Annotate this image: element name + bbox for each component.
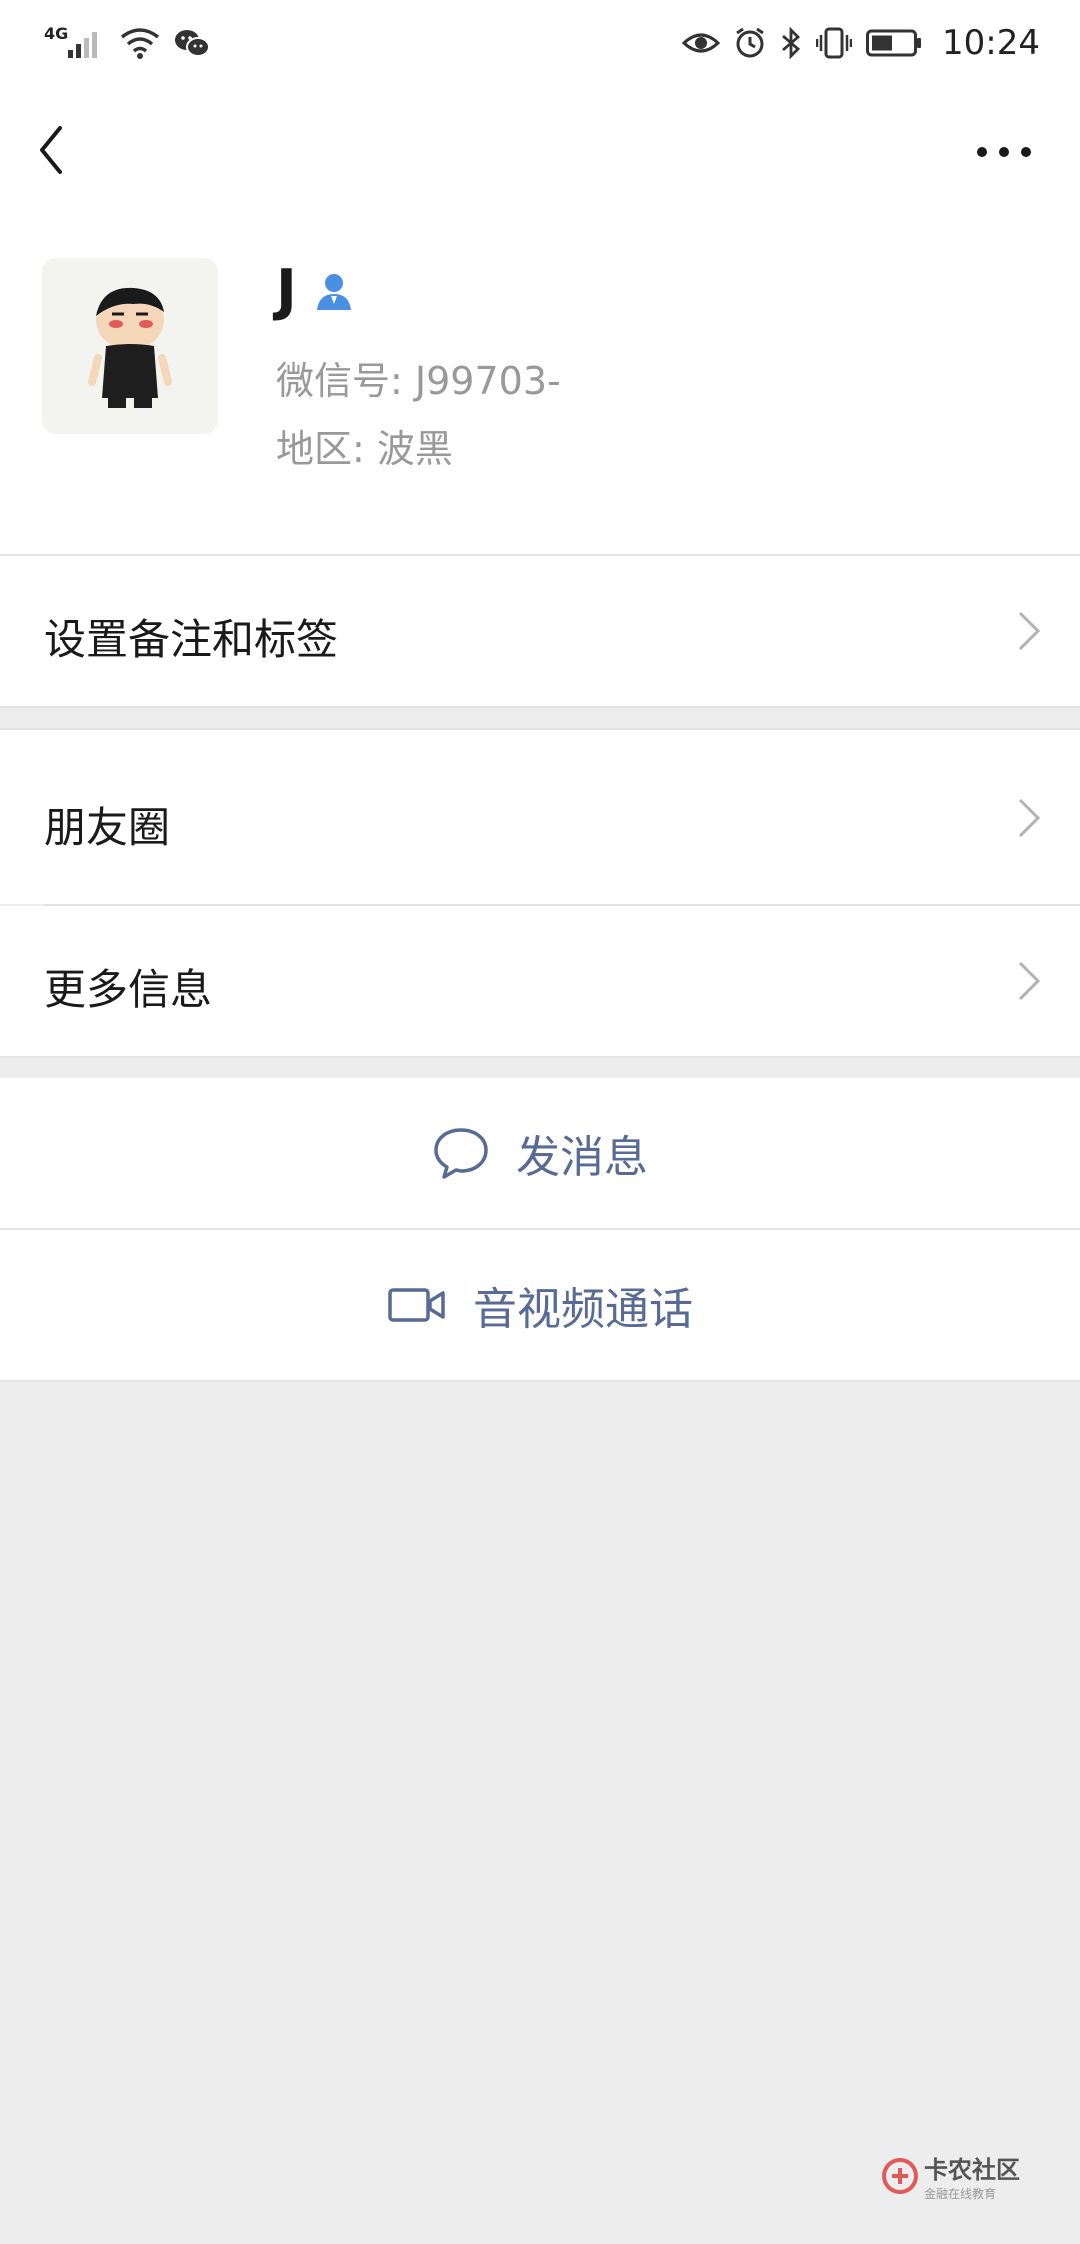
- wechat-notification-icon: [175, 30, 211, 57]
- video-camera-icon: [388, 1288, 445, 1322]
- status-bar: 4G 10:24: [0, 0, 1080, 86]
- divider: [0, 1380, 1080, 1382]
- divider: [0, 1056, 1080, 1058]
- back-button[interactable]: [30, 120, 90, 180]
- chat-bubble-icon: [434, 1128, 488, 1179]
- chevron-right-icon: [1018, 961, 1041, 1001]
- remarks-tags-row[interactable]: 设置备注和标签: [0, 556, 1080, 706]
- wechat-id-line: 微信号: J99703-: [276, 350, 561, 405]
- chevron-left-icon: [40, 126, 62, 174]
- divider: [0, 706, 1080, 708]
- watermark: 卡农社区 金融在线教育: [882, 2150, 1020, 2202]
- vibrate-icon: [816, 27, 853, 59]
- avatar-cartoon-image: [42, 258, 218, 434]
- watermark-text: 卡农社区 金融在线教育: [924, 2150, 1020, 2202]
- watermark-title: 卡农社区: [924, 2156, 1020, 2184]
- signal-icon: [68, 32, 98, 58]
- contact-name: J: [276, 258, 297, 323]
- status-bar-left: 4G: [44, 23, 211, 59]
- region-value: 波黑: [376, 427, 453, 471]
- wifi-icon: [121, 28, 160, 59]
- more-info-label: 更多信息: [44, 965, 213, 1014]
- bluetooth-icon: [782, 27, 801, 59]
- avatar[interactable]: [42, 258, 218, 434]
- remarks-tags-label: 设置备注和标签: [44, 615, 339, 664]
- send-message-label: 发消息: [516, 1132, 648, 1183]
- watermark-logo-icon: [882, 2158, 918, 2194]
- video-call-label: 音视频通话: [473, 1284, 693, 1335]
- contact-person-icon: [316, 273, 351, 310]
- watermark-subtitle: 金融在线教育: [924, 2187, 997, 2201]
- alarm-icon: [736, 27, 764, 58]
- eye-comfort-icon: [682, 33, 721, 53]
- more-options-button[interactable]: [970, 120, 1040, 180]
- name-row: J: [276, 258, 355, 323]
- wechat-id-value: J99703-: [414, 359, 561, 403]
- moments-label: 朋友圈: [44, 803, 171, 852]
- send-message-button[interactable]: 发消息: [0, 1078, 1080, 1228]
- network-type-label: 4G: [44, 23, 69, 43]
- wechat-id-label: 微信号:: [276, 359, 403, 403]
- battery-icon: [866, 29, 922, 57]
- video-call-button[interactable]: 音视频通话: [0, 1230, 1080, 1380]
- more-dots-icon: [977, 147, 1031, 157]
- nav-bar: [0, 86, 1080, 216]
- region-label: 地区:: [276, 427, 365, 471]
- contact-profile-page: 4G 10:24 J 微信号: J99703- 地区: 波黑 设置备注和标签 朋…: [0, 0, 1080, 2244]
- clock-time: 10:24: [942, 23, 1040, 63]
- moments-row[interactable]: 朋友圈: [0, 730, 1080, 904]
- profile-header: J 微信号: J99703- 地区: 波黑: [0, 216, 1080, 554]
- chevron-right-icon: [1018, 611, 1041, 651]
- region-line: 地区: 波黑: [276, 418, 453, 473]
- chevron-right-icon: [1018, 798, 1041, 838]
- status-bar-right: 10:24: [682, 23, 1040, 63]
- more-info-row[interactable]: 更多信息: [0, 906, 1080, 1056]
